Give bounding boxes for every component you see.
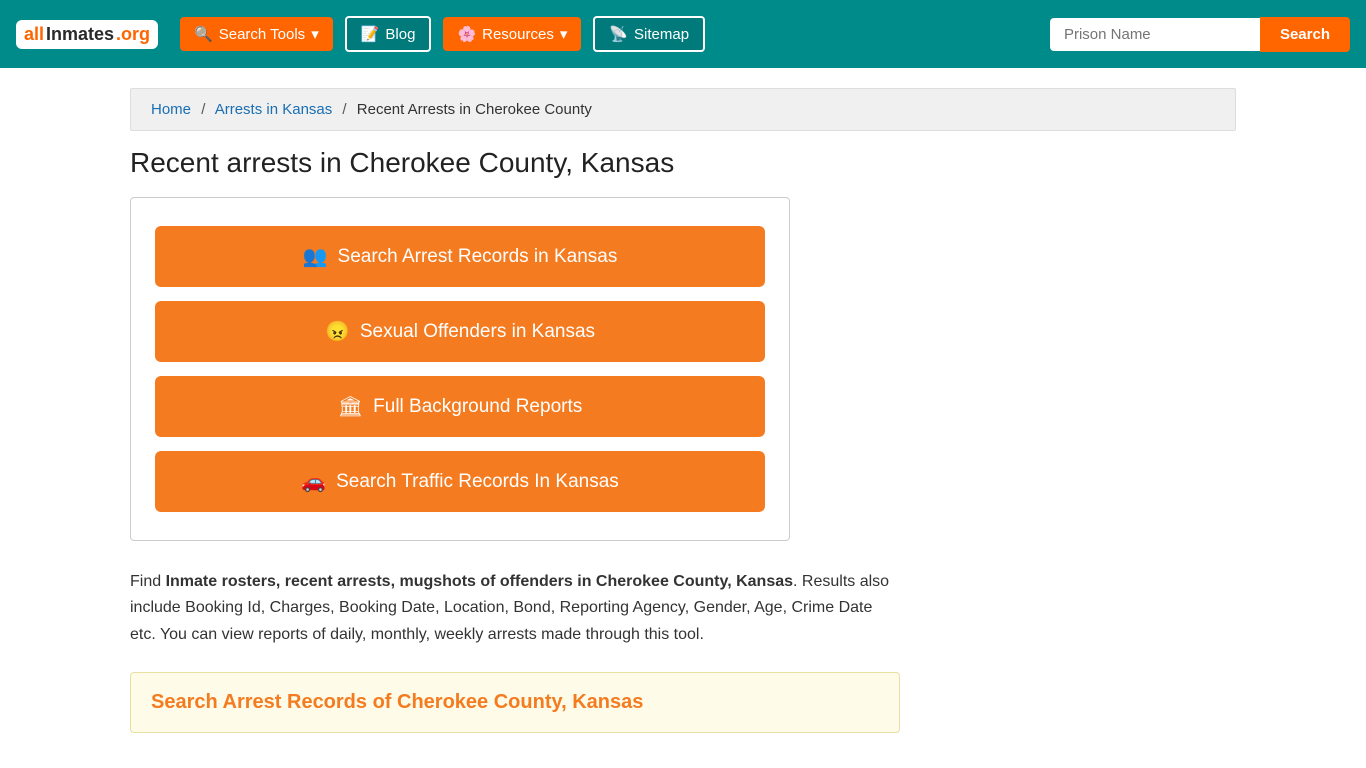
search-tools-label: Search Tools: [219, 26, 305, 43]
breadcrumb-current: Recent Arrests in Cherokee County: [357, 101, 592, 118]
blog-button[interactable]: 📝 Blog: [345, 16, 432, 52]
traffic-records-button[interactable]: 🚗 Search Traffic Records In Kansas: [155, 451, 765, 512]
background-icon: 🏛: [338, 394, 363, 419]
blog-label: Blog: [385, 26, 415, 43]
offenders-icon: 😠: [325, 319, 350, 344]
breadcrumb-home[interactable]: Home: [151, 101, 191, 118]
search-tools-button[interactable]: 🔍 Search Tools ▾: [180, 17, 333, 51]
search-card: 👥 Search Arrest Records in Kansas 😠 Sexu…: [130, 197, 790, 541]
resources-label: Resources: [482, 26, 554, 43]
arrest-search-section: Search Arrest Records of Cherokee County…: [130, 672, 900, 733]
sexual-offenders-label: Sexual Offenders in Kansas: [360, 321, 595, 343]
description-bold: Inmate rosters, recent arrests, mugshots…: [166, 573, 793, 590]
traffic-icon: 🚗: [301, 469, 326, 494]
arrest-search-title: Search Arrest Records of Cherokee County…: [151, 691, 879, 714]
logo[interactable]: allInmates.org: [16, 20, 158, 49]
dropdown-arrow-icon: ▾: [311, 25, 319, 43]
logo-all: all: [24, 24, 44, 45]
breadcrumb-sep-1: /: [201, 101, 205, 118]
header-search-button[interactable]: Search: [1260, 17, 1350, 52]
breadcrumb-sep-2: /: [342, 101, 346, 118]
arrest-records-button[interactable]: 👥 Search Arrest Records in Kansas: [155, 226, 765, 287]
traffic-records-label: Search Traffic Records In Kansas: [336, 471, 619, 493]
sitemap-label: Sitemap: [634, 26, 689, 43]
description: Find Inmate rosters, recent arrests, mug…: [130, 569, 900, 648]
blog-icon: 📝: [361, 25, 380, 43]
search-tools-icon: 🔍: [194, 25, 213, 43]
resources-dropdown-icon: ▾: [560, 25, 568, 43]
breadcrumb-arrests-kansas[interactable]: Arrests in Kansas: [215, 101, 333, 118]
sexual-offenders-button[interactable]: 😠 Sexual Offenders in Kansas: [155, 301, 765, 362]
resources-icon: 🌸: [457, 25, 476, 43]
sitemap-icon: 📡: [609, 25, 628, 43]
resources-button[interactable]: 🌸 Resources ▾: [443, 17, 581, 51]
background-reports-button[interactable]: 🏛 Full Background Reports: [155, 376, 765, 437]
main-content: Recent arrests in Cherokee County, Kansa…: [130, 147, 1236, 733]
prison-name-input[interactable]: [1050, 18, 1260, 51]
description-prefix: Find: [130, 573, 166, 590]
logo-org: .org: [116, 24, 150, 45]
page-title: Recent arrests in Cherokee County, Kansa…: [130, 147, 1236, 179]
logo-inmates: Inmates: [46, 24, 114, 45]
arrest-records-label: Search Arrest Records in Kansas: [338, 246, 618, 268]
arrest-icon: 👥: [303, 244, 328, 269]
sitemap-button[interactable]: 📡 Sitemap: [593, 16, 705, 52]
breadcrumb: Home / Arrests in Kansas / Recent Arrest…: [130, 88, 1236, 131]
background-reports-label: Full Background Reports: [373, 396, 582, 418]
header-search-area: Search: [1050, 17, 1350, 52]
